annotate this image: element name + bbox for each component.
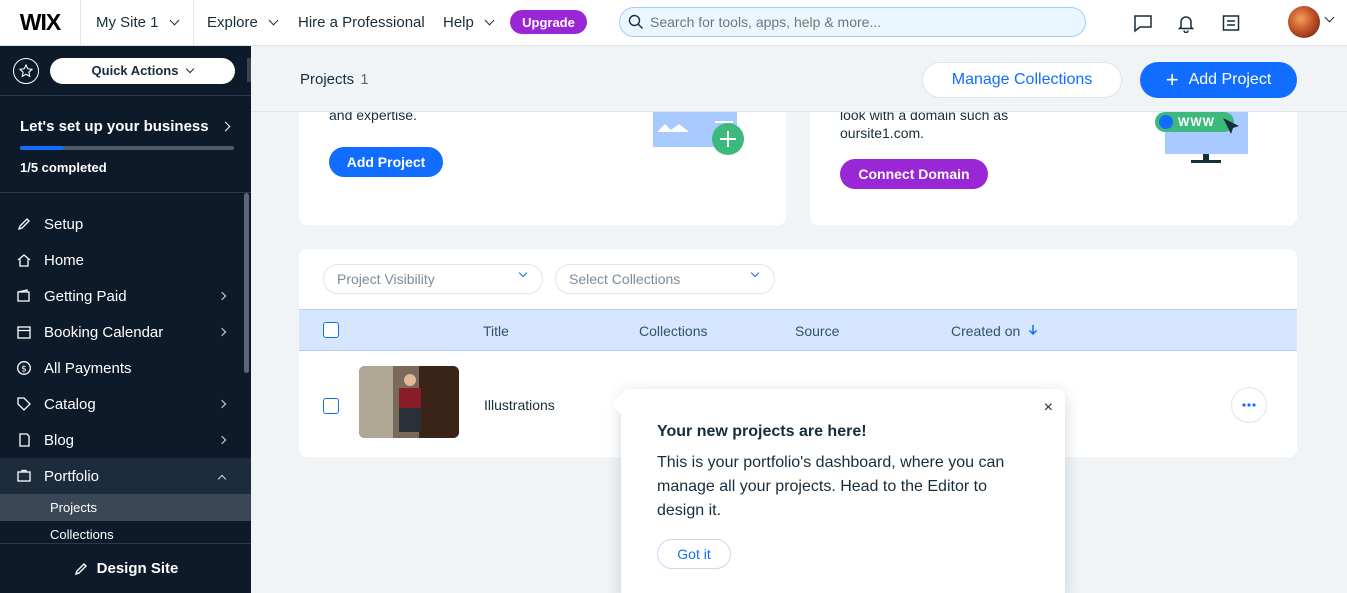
gallery-illustration <box>653 112 744 155</box>
plus-icon: + <box>1165 67 1179 92</box>
project-title: Illustrations <box>484 397 555 413</box>
setup-progress-bar <box>20 146 234 150</box>
tag-icon <box>16 396 32 412</box>
chevron-down-icon <box>186 64 195 73</box>
column-created-on[interactable]: Created on <box>951 323 1038 339</box>
chevron-down-icon <box>268 15 279 26</box>
svg-text:$: $ <box>21 364 27 374</box>
setup-progress-text: 1/5 completed <box>20 160 107 175</box>
got-it-button[interactable]: Got it <box>657 539 731 569</box>
tooltip-title: Your new projects are here! <box>657 423 867 440</box>
sidebar-item-home[interactable]: Home <box>0 242 251 278</box>
table-header: Title Collections Source Created on <box>299 309 1297 351</box>
sidebar-menu: Setup Home Getting Paid Booking Calendar… <box>0 206 251 548</box>
calendar-icon <box>16 324 32 340</box>
chevron-right-icon <box>217 291 227 301</box>
column-title[interactable]: Title <box>483 323 509 339</box>
row-checkbox[interactable] <box>323 398 339 414</box>
search-input[interactable] <box>650 14 1070 30</box>
column-collections[interactable]: Collections <box>639 323 707 339</box>
more-actions-button[interactable] <box>1231 387 1267 423</box>
page-title: Projects 1 <box>300 71 369 88</box>
chevron-down-icon <box>750 268 760 278</box>
avatar[interactable] <box>1288 6 1320 38</box>
card-description: and expertise. <box>329 112 417 123</box>
tooltip-body: This is your portfolio's dashboard, wher… <box>657 454 1005 519</box>
chevron-right-icon <box>217 435 227 445</box>
add-project-button[interactable]: + Add Project <box>1140 62 1297 98</box>
search-bar[interactable] <box>619 7 1086 37</box>
setup-widget[interactable]: Let's set up your business 1/5 completed <box>0 96 251 193</box>
arrow-down-icon <box>1029 325 1038 336</box>
chevron-down-icon <box>484 15 495 26</box>
manage-collections-button[interactable]: Manage Collections <box>922 62 1122 98</box>
chat-icon[interactable] <box>1132 12 1154 34</box>
sidebar-item-all-payments[interactable]: $ All Payments <box>0 350 251 386</box>
design-site-button[interactable]: Design Site <box>0 543 251 593</box>
onboarding-tooltip: × Your new projects are here! This is yo… <box>621 389 1065 593</box>
site-selector[interactable]: My Site 1 <box>81 0 194 46</box>
progress-fill <box>20 146 63 150</box>
select-all-checkbox[interactable] <box>323 322 339 338</box>
sidebar-item-getting-paid[interactable]: Getting Paid <box>0 278 251 314</box>
sidebar-subitem-projects[interactable]: Projects <box>0 494 251 521</box>
star-icon[interactable] <box>13 57 39 84</box>
sidebar-item-setup[interactable]: Setup <box>0 206 251 242</box>
pencil-icon <box>74 562 87 575</box>
add-project-card: and expertise. Add Project <box>299 112 786 225</box>
upgrade-button[interactable]: Upgrade <box>510 10 587 34</box>
close-icon[interactable]: × <box>1044 399 1053 417</box>
nav-explore[interactable]: Explore <box>207 14 279 31</box>
sidebar: Quick Actions Let's set up your business… <box>0 46 251 593</box>
card-add-project-button[interactable]: Add Project <box>329 147 443 177</box>
top-bar: WIX My Site 1 Explore Hire a Professiona… <box>0 0 1347 46</box>
chevron-right-icon <box>217 327 227 337</box>
wallet-icon <box>16 288 32 304</box>
dollar-icon: $ <box>16 360 32 376</box>
sidebar-item-portfolio[interactable]: Portfolio <box>0 458 251 494</box>
blog-icon <box>16 432 32 448</box>
home-icon <box>16 252 32 268</box>
sidebar-item-catalog[interactable]: Catalog <box>0 386 251 422</box>
select-collections-filter[interactable]: Select Collections <box>555 264 775 294</box>
nav-help[interactable]: Help <box>443 14 495 31</box>
page-header: Projects 1 Manage Collections + Add Proje… <box>251 46 1347 112</box>
site-name: My Site 1 <box>96 14 159 31</box>
quick-actions-row: Quick Actions <box>0 46 251 96</box>
more-icon <box>1242 403 1256 407</box>
chevron-down-icon[interactable] <box>1324 12 1335 23</box>
chevron-up-icon <box>217 474 227 484</box>
sidebar-item-blog[interactable]: Blog <box>0 422 251 458</box>
quick-actions-button[interactable]: Quick Actions <box>50 57 235 84</box>
project-count: 1 <box>360 71 369 88</box>
bell-icon[interactable] <box>1175 12 1197 34</box>
sidebar-item-booking-calendar[interactable]: Booking Calendar <box>0 314 251 350</box>
setup-title: Let's set up your business <box>20 118 209 135</box>
domain-description-1: look with a domain such as <box>840 112 1009 123</box>
search-icon <box>628 14 643 29</box>
domain-description-2: oursite1.com. <box>840 125 925 141</box>
nav-hire-professional[interactable]: Hire a Professional <box>298 14 425 31</box>
connect-domain-button[interactable]: Connect Domain <box>840 159 988 189</box>
www-badge: WWW <box>1178 115 1215 129</box>
column-source[interactable]: Source <box>795 323 839 339</box>
chevron-right-icon <box>217 399 227 409</box>
connect-domain-card: look with a domain such as oursite1.com.… <box>810 112 1297 225</box>
rocket-icon <box>16 216 32 232</box>
inbox-icon[interactable] <box>1220 12 1242 34</box>
portfolio-icon <box>16 468 32 484</box>
project-thumbnail <box>359 366 459 438</box>
chevron-down-icon <box>169 15 179 26</box>
project-visibility-filter[interactable]: Project Visibility <box>323 264 543 294</box>
chevron-down-icon <box>518 268 528 278</box>
wix-logo[interactable]: WIX <box>0 0 81 46</box>
